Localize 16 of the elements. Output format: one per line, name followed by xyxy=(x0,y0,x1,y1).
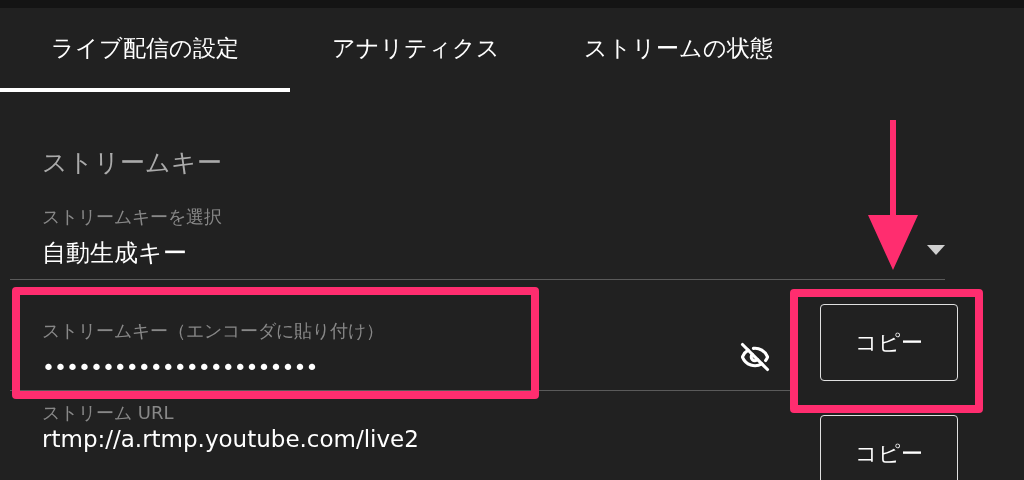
tab[interactable]: ストリームの状態 xyxy=(542,8,815,92)
copy-button[interactable]: コピー xyxy=(820,415,958,480)
tab[interactable]: アナリティクス xyxy=(290,8,542,92)
field-value: rtmp://a.rtmp.youtube.com/live2 xyxy=(42,427,419,453)
dropdown-caret-icon xyxy=(927,245,945,255)
section-title: ストリームキー xyxy=(42,147,223,179)
field-label: ストリームキー（エンコーダに貼り付け） xyxy=(42,319,384,343)
text-field[interactable]: ストリームキー（エンコーダに貼り付け） ••••••••••••••••••••••• xyxy=(10,280,790,391)
masked-value: ••••••••••••••••••••••• xyxy=(42,355,319,380)
visibility-off-icon[interactable] xyxy=(740,342,770,372)
copy-button[interactable]: コピー xyxy=(820,304,958,381)
field-label: ストリーム URL xyxy=(42,401,175,425)
text-field[interactable]: ストリーム URL rtmp://a.rtmp.youtube.com/live2 xyxy=(10,391,790,480)
field-value: 自動生成キー xyxy=(42,238,188,269)
tab[interactable]: ライブ配信の設定 xyxy=(0,8,290,92)
field-label: ストリームキーを選択 xyxy=(42,205,222,229)
